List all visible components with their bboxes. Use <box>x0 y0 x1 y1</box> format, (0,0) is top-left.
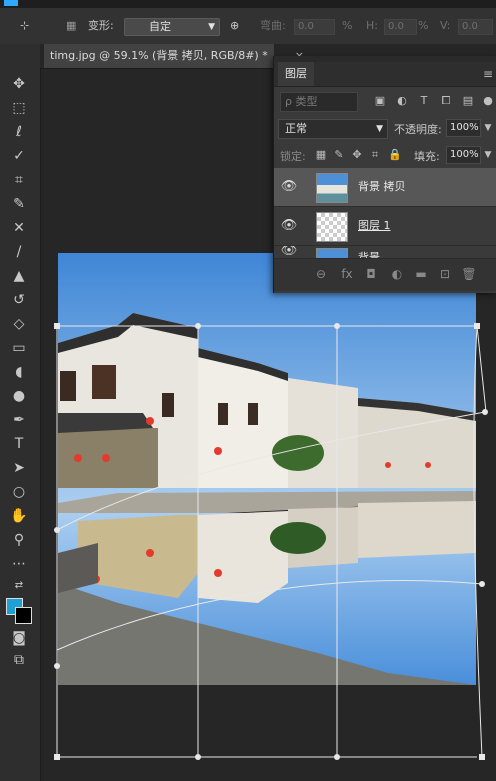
more-icon[interactable]: ⋯ <box>6 554 32 574</box>
fill-label: 填充: <box>414 150 440 163</box>
lock-label: 锁定: <box>280 150 306 163</box>
bend-label: 弯曲: <box>260 19 286 32</box>
zoom-icon[interactable]: ⚲ <box>6 530 32 550</box>
swap-colors-icon[interactable]: ⇄ <box>6 576 32 596</box>
transparent-thumbnail <box>316 212 348 242</box>
filter-shape-icon[interactable]: ⧠ <box>438 92 454 110</box>
new-layer-icon[interactable]: ⊡ <box>436 265 454 283</box>
history-brush-icon[interactable]: ↺ <box>6 290 32 310</box>
v-label: V: <box>440 19 451 32</box>
new-group-icon[interactable]: ▬ <box>412 265 430 283</box>
eye-icon[interactable]: 👁 <box>280 217 298 235</box>
h-label: H: <box>366 19 378 32</box>
document-tab[interactable]: timg.jpg @ 59.1% (背景 拷贝, RGB/8#) * × <box>44 44 304 68</box>
layer-row[interactable]: 👁 图层 1 <box>274 207 496 246</box>
h-field[interactable]: 0.0 <box>384 19 417 35</box>
brush-icon[interactable]: / <box>6 242 32 262</box>
opacity-label: 不透明度: <box>394 123 442 136</box>
chevron-down-icon: ▼ <box>376 124 383 134</box>
move-icon[interactable]: ✥ <box>6 74 32 94</box>
fill-field[interactable]: 100% <box>446 146 481 164</box>
lock-transparent-icon[interactable]: ▦ <box>314 148 328 161</box>
warp-grid-icon[interactable]: ▦ <box>66 8 76 44</box>
marquee-icon[interactable]: ⬚ <box>6 98 32 118</box>
eyedropper-icon[interactable]: ✎ <box>6 194 32 214</box>
quick-select-icon[interactable]: ✓ <box>6 146 32 166</box>
layer-name: 背景 拷贝 <box>358 180 406 193</box>
photoshop-logo-icon <box>4 0 18 6</box>
filter-type-icon[interactable]: T <box>416 92 432 110</box>
filter-pixel-icon[interactable]: ▣ <box>372 92 388 110</box>
blur-icon[interactable]: ◖ <box>6 362 32 382</box>
panel-menu-icon[interactable]: ≡ <box>483 62 493 86</box>
lock-all-icon[interactable]: 🔒 <box>388 148 402 161</box>
filter-toggle-icon[interactable]: ● <box>480 92 496 110</box>
tab-layers[interactable]: 图层 <box>278 62 314 86</box>
background-color-swatch[interactable] <box>15 607 32 624</box>
type-icon[interactable]: T <box>6 434 32 454</box>
blend-mode-select[interactable]: 正常 ▼ <box>278 119 388 139</box>
chevron-down-icon: ▼ <box>208 22 215 32</box>
warp-style-value: 自定 <box>149 20 171 33</box>
screen-mode-icon[interactable]: ⧉ <box>6 650 32 670</box>
dodge-icon[interactable]: ● <box>6 386 32 406</box>
filter-smart-object-icon[interactable]: ▤ <box>460 92 476 110</box>
blend-mode-value: 正常 <box>285 122 307 135</box>
warp-orientation-icon[interactable]: ⊕ <box>230 8 239 44</box>
chevron-down-icon[interactable]: ▼ <box>480 146 496 164</box>
lock-artboard-icon[interactable]: ⌗ <box>368 148 382 162</box>
healing-icon[interactable]: ✕ <box>6 218 32 238</box>
hand-icon[interactable]: ✋ <box>6 506 32 526</box>
pen-icon[interactable]: ✒ <box>6 410 32 430</box>
menu-bar <box>0 0 496 8</box>
layer-thumbnail <box>316 173 348 203</box>
options-bar: ⊹ ▦ 变形: 自定 ▼ ⊕ 弯曲: 0.0 % H: 0.0 % V: 0.0 <box>0 8 496 45</box>
ellipse-icon[interactable]: ○ <box>6 482 32 502</box>
bend-field[interactable]: 0.0 <box>294 19 335 35</box>
fx-icon[interactable]: fx <box>338 265 356 283</box>
path-select-icon[interactable]: ➤ <box>6 458 32 478</box>
lock-position-icon[interactable]: ✥ <box>350 148 364 161</box>
link-layers-icon[interactable]: ⊖ <box>312 265 330 283</box>
gradient-icon[interactable]: ▭ <box>6 338 32 358</box>
layers-tab-bar: 图层 ≡ <box>274 62 496 87</box>
bend-percent: % <box>342 19 353 32</box>
v-field[interactable]: 0.0 <box>458 19 493 35</box>
delete-layer-icon[interactable]: 🗑 <box>460 265 478 283</box>
lasso-icon[interactable]: ℓ <box>6 122 32 142</box>
layer-name: 图层 1 <box>358 219 391 232</box>
document-tab-title: timg.jpg @ 59.1% (背景 拷贝, RGB/8#) * <box>50 49 268 62</box>
canvas-image[interactable] <box>58 253 476 685</box>
new-adjustment-icon[interactable]: ◐ <box>388 265 406 283</box>
eraser-icon[interactable]: ◇ <box>6 314 32 334</box>
layers-panel: 图层 ≡ ρ 类型 ▣ ◐ T ⧠ ▤ ● 正常 ▼ 不透明度: 100% ▼ … <box>273 56 496 293</box>
warp-style-select[interactable]: 自定 ▼ <box>124 18 220 36</box>
h-percent: % <box>418 19 429 32</box>
warp-label: 变形: <box>88 19 114 32</box>
add-mask-icon[interactable]: ◘ <box>362 265 380 283</box>
layer-filter-label: ρ 类型 <box>285 95 318 108</box>
stamp-icon[interactable]: ▲ <box>6 266 32 286</box>
opacity-field[interactable]: 100% <box>446 119 481 137</box>
layer-filter-select[interactable]: ρ 类型 <box>280 92 358 112</box>
tool-preset-icon[interactable]: ⊹ <box>20 8 29 44</box>
chevron-down-icon[interactable]: ▼ <box>480 119 496 137</box>
filter-adjustment-icon[interactable]: ◐ <box>394 92 410 110</box>
layer-row[interactable]: 👁 背景 拷贝 <box>274 168 496 207</box>
crop-icon[interactable]: ⌗ <box>6 170 32 190</box>
layers-footer: ⊖ fx ◘ ◐ ▬ ⊡ 🗑 <box>274 258 496 291</box>
eye-icon[interactable]: 👁 <box>280 178 298 196</box>
tools-panel: ✥ ⬚ ℓ ✓ ⌗ ✎ ✕ / ▲ ↺ ◇ ▭ ◖ ● ✒ T ➤ ○ ✋ ⚲ … <box>0 44 41 781</box>
lock-pixels-icon[interactable]: ✎ <box>332 148 346 161</box>
quick-mask-icon[interactable]: ◙ <box>6 628 32 648</box>
